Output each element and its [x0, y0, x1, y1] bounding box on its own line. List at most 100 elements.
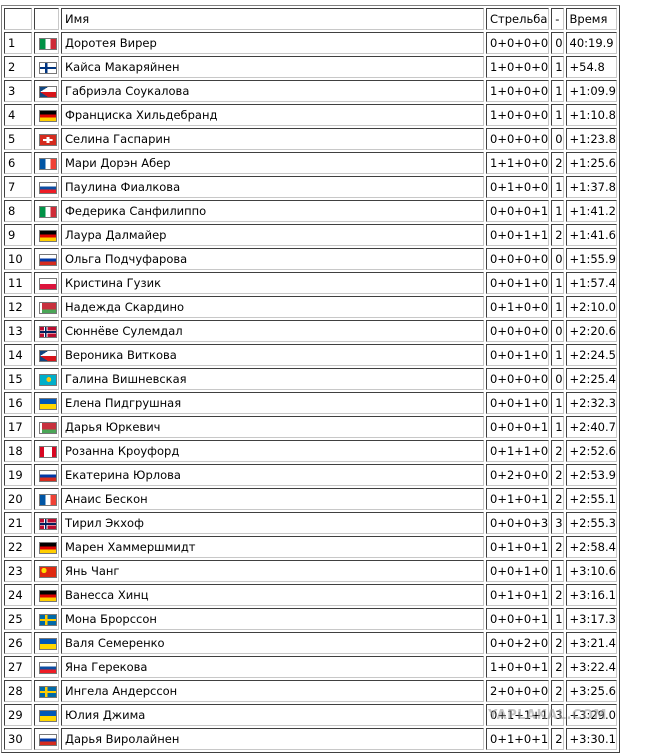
penalty-cell: 1 — [551, 344, 564, 366]
shooting-cell: 1+0+0+0 — [486, 80, 550, 102]
shooting-cell: 2+0+0+0 — [486, 680, 550, 702]
athlete-name: Сюннёве Сулемдал — [61, 320, 484, 342]
penalty-cell: 2 — [551, 728, 564, 750]
penalty-cell: 2 — [551, 632, 564, 654]
place-cell: 6 — [4, 152, 32, 174]
flag-cell — [34, 344, 59, 366]
flag-cell — [34, 608, 59, 630]
table-row: 7 Паулина Фиалкова 0+1+0+0 1 +1:37.8 — [4, 176, 617, 198]
place-cell: 16 — [4, 392, 32, 414]
results-table: Имя Стрельба - Время 1 Доротея Вирер 0+0+0… — [1, 5, 620, 753]
flag-cell — [34, 176, 59, 198]
place-cell: 7 — [4, 176, 32, 198]
flag-icon — [39, 349, 57, 362]
flag-cell — [34, 56, 59, 78]
athlete-name: Екатерина Юрлова — [61, 464, 484, 486]
athlete-name: Лаура Далмайер — [61, 224, 484, 246]
place-cell: 27 — [4, 656, 32, 678]
place-cell: 15 — [4, 368, 32, 390]
penalty-cell: 0 — [551, 320, 564, 342]
table-row: 13 Сюннёве Сулемдал 0+0+0+0 0 +2:20.6 — [4, 320, 617, 342]
flag-cell — [34, 296, 59, 318]
table-row: 15 Галина Вишневская 0+0+0+0 0 +2:25.4 — [4, 368, 617, 390]
flag-cell — [34, 728, 59, 750]
penalty-cell: 1 — [551, 416, 564, 438]
athlete-name: Яна Герекова — [61, 656, 484, 678]
flag-cell — [34, 464, 59, 486]
place-cell: 14 — [4, 344, 32, 366]
penalty-cell: 2 — [551, 224, 564, 246]
flag-icon — [39, 541, 57, 554]
athlete-name: Марен Хаммершмидт — [61, 536, 484, 558]
flag-icon — [39, 613, 57, 626]
flag-cell — [34, 632, 59, 654]
table-row: 11 Кристина Гузик 0+0+1+0 1 +1:57.4 — [4, 272, 617, 294]
table-row: 4 Франциска Хильдебранд 1+0+0+0 1 +1:10.8 — [4, 104, 617, 126]
athlete-name: Дарья Виролайнен — [61, 728, 484, 750]
flag-icon — [39, 301, 57, 314]
table-row: 16 Елена Пидгрушная 0+0+1+0 1 +2:32.3 — [4, 392, 617, 414]
place-cell: 23 — [4, 560, 32, 582]
penalty-cell: 2 — [551, 152, 564, 174]
table-row: 22 Марен Хаммершмидт 0+1+0+1 2 +2:58.4 — [4, 536, 617, 558]
shooting-cell: 0+1+1+0 — [486, 440, 550, 462]
flag-cell — [34, 320, 59, 342]
shooting-cell: 0+0+0+1 — [486, 416, 550, 438]
flag-icon — [39, 709, 57, 722]
shooting-cell: 0+0+0+0 — [486, 248, 550, 270]
time-cell: +1:41.2 — [565, 200, 617, 222]
shooting-cell: 0+0+1+0 — [486, 272, 550, 294]
place-cell: 8 — [4, 200, 32, 222]
header-place — [4, 8, 32, 30]
flag-cell — [34, 656, 59, 678]
time-cell: +1:37.8 — [565, 176, 617, 198]
table-row: 2 Кайса Макаряйнен 1+0+0+0 1 +54.8 — [4, 56, 617, 78]
place-cell: 9 — [4, 224, 32, 246]
athlete-name: Ольга Подчуфарова — [61, 248, 484, 270]
athlete-name: Анаис Бескон — [61, 488, 484, 510]
results-body: 1 Доротея Вирер 0+0+0+0 0 40:19.9 2 Кайса Мака… — [4, 32, 617, 750]
place-cell: 30 — [4, 728, 32, 750]
athlete-name: Валя Семеренко — [61, 632, 484, 654]
header-penalty: - — [551, 8, 564, 30]
place-cell: 5 — [4, 128, 32, 150]
time-cell: +2:55.1 — [565, 488, 617, 510]
penalty-cell: 1 — [551, 56, 564, 78]
flag-cell — [34, 128, 59, 150]
shooting-cell: 1+1+0+0 — [486, 152, 550, 174]
table-row: 3 Габриэла Соукалова 1+0+0+0 1 +1:09.9 — [4, 80, 617, 102]
shooting-cell: 0+0+0+0 — [486, 320, 550, 342]
flag-cell — [34, 584, 59, 606]
shooting-cell: 0+0+2+0 — [486, 632, 550, 654]
time-cell: +2:52.6 — [565, 440, 617, 462]
penalty-cell: 3 — [551, 512, 564, 534]
athlete-name: Розанна Кроуфорд — [61, 440, 484, 462]
time-cell: +3:21.4 — [565, 632, 617, 654]
flag-icon — [39, 589, 57, 602]
flag-icon — [39, 85, 57, 98]
shooting-cell: 0+0+1+0 — [486, 560, 550, 582]
shooting-cell: 0+0+0+0 — [486, 368, 550, 390]
table-row: 20 Анаис Бескон 0+1+0+1 2 +2:55.1 — [4, 488, 617, 510]
table-row: 12 Надежда Скардино 0+1+0+0 1 +2:10.0 — [4, 296, 617, 318]
shooting-cell: 0+1+0+1 — [486, 536, 550, 558]
time-cell: +2:24.5 — [565, 344, 617, 366]
penalty-cell: 2 — [551, 464, 564, 486]
flag-cell — [34, 680, 59, 702]
athlete-name: Мари Дорэн Абер — [61, 152, 484, 174]
shooting-cell: 0+1+0+0 — [486, 176, 550, 198]
penalty-cell: 2 — [551, 680, 564, 702]
table-row: 17 Дарья Юркевич 0+0+0+1 1 +2:40.7 — [4, 416, 617, 438]
flag-cell — [34, 416, 59, 438]
time-cell: +1:57.4 — [565, 272, 617, 294]
flag-icon — [39, 373, 57, 386]
table-row: 25 Мона Брорссон 0+0+0+1 1 +3:17.3 — [4, 608, 617, 630]
flag-icon — [39, 61, 57, 74]
athlete-name: Тирил Экхоф — [61, 512, 484, 534]
place-cell: 29 — [4, 704, 32, 726]
time-cell: +2:32.3 — [565, 392, 617, 414]
place-cell: 24 — [4, 584, 32, 606]
place-cell: 19 — [4, 464, 32, 486]
penalty-cell: 0 — [551, 32, 564, 54]
time-cell: +54.8 — [565, 56, 617, 78]
